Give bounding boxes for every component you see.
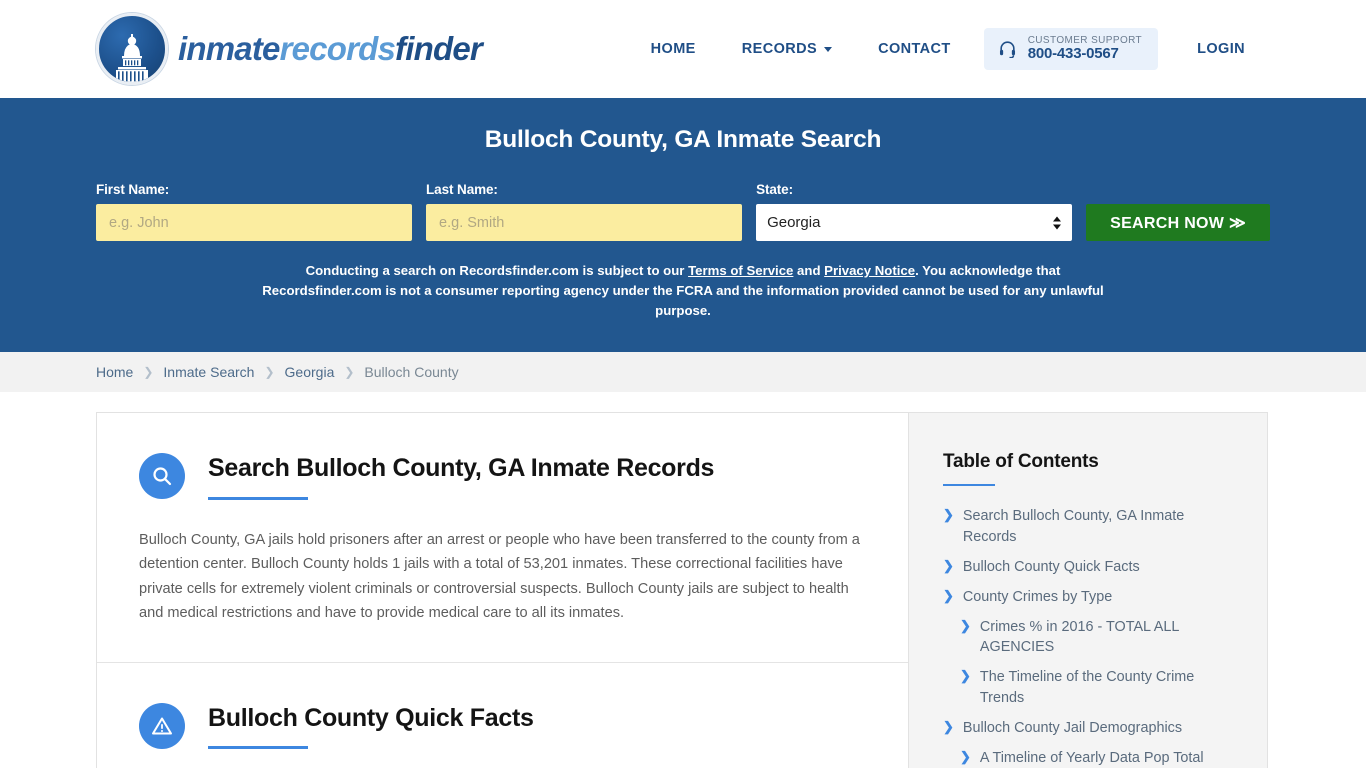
main-navigation: HOME RECORDS CONTACT CUSTOMER SUPPORT 80… — [628, 27, 1268, 71]
section-quick-facts: Bulloch County Quick Facts — [97, 663, 908, 768]
breadcrumb-separator-icon: ❯ — [143, 365, 154, 379]
first-name-input[interactable] — [96, 204, 413, 241]
section-underline — [208, 496, 308, 500]
logo-text-part2: records — [279, 30, 396, 67]
section-underline — [208, 746, 308, 750]
nav-login-label: LOGIN — [1197, 40, 1245, 57]
toc-link[interactable]: County Crimes by Type — [963, 587, 1112, 608]
privacy-notice-link[interactable]: Privacy Notice — [824, 263, 915, 278]
disclaimer-part1: Conducting a search on Recordsfinder.com… — [305, 263, 689, 278]
toc-link[interactable]: Bulloch County Quick Facts — [963, 557, 1140, 578]
search-now-button[interactable]: SEARCH NOW ≫ — [1086, 204, 1270, 241]
section-header: Search Bulloch County, GA Inmate Records — [139, 451, 866, 500]
breadcrumb: Home ❯ Inmate Search ❯ Georgia ❯ Bulloch… — [96, 364, 459, 380]
magnifier-icon — [139, 453, 185, 499]
nav-contact-label: CONTACT — [878, 40, 951, 57]
section-body-text: Bulloch County, GA jails hold prisoners … — [139, 531, 860, 622]
last-name-field-group: Last Name: — [426, 182, 743, 241]
toc-link[interactable]: Crimes % in 2016 - TOTAL ALL AGENCIES — [980, 617, 1233, 659]
breadcrumb-separator-icon: ❯ — [264, 365, 275, 379]
nav-records-label: RECORDS — [741, 40, 818, 57]
capitol-dome-icon — [96, 13, 168, 85]
nav-home-label: HOME — [650, 40, 696, 57]
first-name-field-group: First Name: — [96, 182, 413, 241]
toc-item-crime-trends-timeline[interactable]: ❯ The Timeline of the County Crime Trend… — [943, 667, 1233, 709]
breadcrumb-item-inmate-search[interactable]: Inmate Search — [163, 364, 254, 380]
site-logo-text: inmaterecordsfinder — [178, 30, 483, 68]
chevron-right-icon: ❯ — [943, 587, 954, 603]
breadcrumb-separator-icon: ❯ — [344, 365, 355, 379]
customer-support-box[interactable]: CUSTOMER SUPPORT 800-433-0567 — [983, 27, 1159, 71]
breadcrumb-item-georgia[interactable]: Georgia — [285, 364, 335, 380]
breadcrumb-bar: Home ❯ Inmate Search ❯ Georgia ❯ Bulloch… — [0, 352, 1366, 392]
last-name-input[interactable] — [426, 204, 743, 241]
chevron-right-icon: ❯ — [943, 719, 954, 734]
page-body: Search Bulloch County, GA Inmate Records… — [0, 392, 1366, 768]
toc-item-jail-demographics[interactable]: ❯ Bulloch County Jail Demographics — [943, 718, 1233, 739]
toc-title: Table of Contents — [943, 451, 1099, 472]
toc-item-search-records[interactable]: ❯ Search Bulloch County, GA Inmate Recor… — [943, 506, 1233, 548]
toc-list: ❯ Search Bulloch County, GA Inmate Recor… — [943, 506, 1233, 768]
state-select[interactable] — [756, 204, 1073, 241]
toc-item-yearly-pop-total[interactable]: ❯ A Timeline of Yearly Data Pop Total fr… — [943, 748, 1233, 768]
state-field-group: State: — [756, 182, 1073, 241]
state-label: State: — [756, 182, 793, 197]
toc-item-crimes-pct-2016[interactable]: ❯ Crimes % in 2016 - TOTAL ALL AGENCIES — [943, 617, 1233, 659]
nav-home[interactable]: HOME — [628, 41, 719, 57]
logo-text-part3: finder — [395, 30, 483, 67]
toc-link[interactable]: A Timeline of Yearly Data Pop Total from… — [980, 748, 1233, 768]
section-search-records: Search Bulloch County, GA Inmate Records… — [97, 413, 908, 663]
breadcrumb-item-current: Bulloch County — [364, 364, 459, 380]
site-header: inmaterecordsfinder HOME RECORDS CONTACT… — [0, 0, 1366, 98]
logo-text-part1: inmate — [178, 30, 280, 67]
section-title: Search Bulloch County, GA Inmate Records — [208, 454, 715, 482]
main-content-card: Search Bulloch County, GA Inmate Records… — [96, 412, 908, 768]
inmate-search-form: First Name: Last Name: State: SEARCH NOW… — [96, 182, 1270, 241]
toc-underline — [943, 484, 995, 486]
last-name-label: Last Name: — [426, 182, 498, 197]
first-name-label: First Name: — [96, 182, 170, 197]
chevron-right-icon: ❯ — [960, 617, 971, 633]
page-title: Bulloch County, GA Inmate Search — [484, 126, 882, 153]
headset-icon — [999, 41, 1015, 58]
chevron-down-icon — [824, 47, 833, 53]
chevron-right-icon: ❯ — [943, 557, 954, 573]
nav-contact[interactable]: CONTACT — [855, 41, 974, 57]
chevron-right-icon: ❯ — [943, 507, 954, 522]
table-of-contents-card: Table of Contents ❯ Search Bulloch Count… — [908, 412, 1268, 768]
support-phone: 800-433-0567 — [1027, 44, 1119, 62]
toc-item-county-crimes-by-type[interactable]: ❯ County Crimes by Type — [943, 587, 1233, 608]
hero-search-section: Bulloch County, GA Inmate Search First N… — [0, 98, 1366, 352]
warning-triangle-icon — [139, 702, 185, 749]
toc-link[interactable]: Bulloch County Jail Demographics — [963, 718, 1182, 739]
disclaimer-part2: and — [793, 263, 825, 278]
nav-records[interactable]: RECORDS — [719, 41, 855, 57]
chevron-right-icon: ❯ — [960, 668, 971, 684]
search-disclaimer: Conducting a search on Recordsfinder.com… — [253, 261, 1113, 322]
section-header: Bulloch County Quick Facts — [139, 701, 866, 750]
chevron-right-icon: ❯ — [960, 748, 971, 764]
support-label: CUSTOMER SUPPORT — [1027, 34, 1143, 46]
toc-item-quick-facts[interactable]: ❯ Bulloch County Quick Facts — [943, 557, 1233, 578]
toc-link[interactable]: Search Bulloch County, GA Inmate Records — [963, 506, 1233, 548]
toc-link[interactable]: The Timeline of the County Crime Trends — [980, 667, 1233, 709]
site-logo[interactable]: inmaterecordsfinder — [96, 13, 483, 85]
nav-login[interactable]: LOGIN — [1174, 41, 1268, 57]
breadcrumb-item-home[interactable]: Home — [96, 364, 133, 380]
terms-of-service-link[interactable]: Terms of Service — [688, 263, 793, 278]
section-title: Bulloch County Quick Facts — [208, 703, 534, 732]
